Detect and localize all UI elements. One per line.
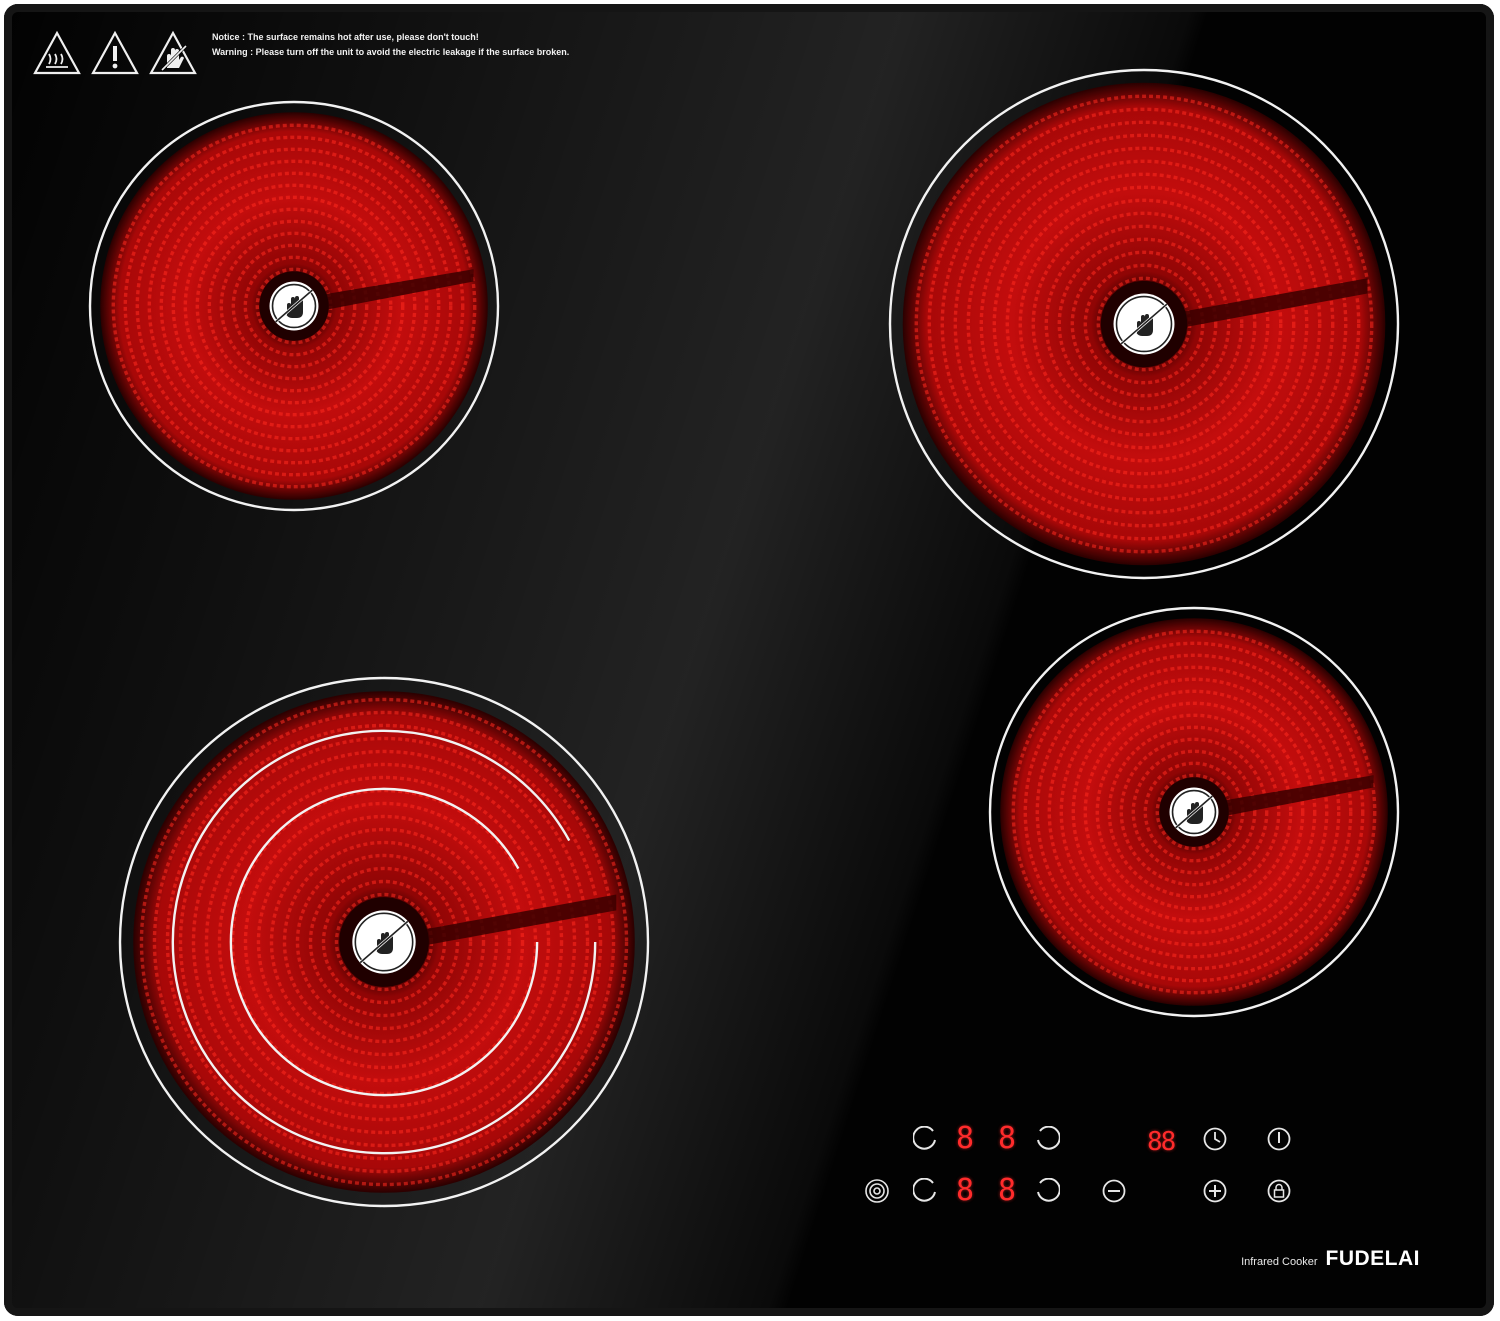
notice-text: Notice : The surface remains hot after u… — [212, 30, 569, 60]
brand-subtitle: Infrared Cooker — [1241, 1256, 1318, 1268]
arc-zone-icon — [1037, 1126, 1060, 1150]
no-touch-hand-icon — [269, 281, 319, 331]
zone-select-button[interactable] — [1034, 1178, 1060, 1204]
zone-select-button[interactable] — [913, 1178, 939, 1204]
zone-top-left — [84, 96, 504, 516]
zone-display-2: 8 — [998, 1121, 1018, 1156]
heating-element — [988, 606, 1400, 1018]
warning-line: Warning : Please turn off the unit to av… — [212, 47, 570, 57]
zone-bottom-left — [114, 672, 654, 1212]
cooktop-glass-surface: Notice : The surface remains hot after u… — [4, 4, 1494, 1316]
timer-display: 88 — [1147, 1127, 1176, 1157]
no-touch-hand-icon — [1113, 293, 1175, 355]
zone-display-1: 8 — [956, 1121, 976, 1156]
arc-zone-icon — [1037, 1178, 1060, 1202]
zone-top-right — [884, 64, 1404, 584]
minus-icon — [1102, 1179, 1126, 1203]
arc-zone-icon — [913, 1178, 936, 1202]
lock-button[interactable] — [1266, 1178, 1292, 1204]
zone-select-button[interactable] — [913, 1126, 939, 1152]
arc-zone-icon — [913, 1126, 936, 1150]
notice-line: Notice : The surface remains hot after u… — [212, 32, 479, 42]
clock-icon — [1203, 1127, 1227, 1151]
hot-surface-icon — [33, 30, 81, 75]
heating-element — [118, 676, 650, 1208]
zone-bottom-right — [984, 602, 1404, 1022]
heating-element — [88, 100, 500, 512]
heating-element — [888, 68, 1400, 580]
exclamation-icon — [91, 30, 139, 75]
brand-logo: Infrared Cooker FUDELAI — [1241, 1247, 1420, 1271]
dual-zone-icon — [865, 1179, 889, 1203]
minus-button[interactable] — [1101, 1178, 1127, 1204]
timer-button[interactable] — [1202, 1126, 1228, 1152]
zone-display-3: 8 — [956, 1173, 976, 1208]
power-icon — [1267, 1127, 1291, 1151]
dual-zone-button[interactable] — [864, 1178, 890, 1204]
no-touch-hand-icon — [149, 30, 197, 75]
brand-name: FUDELAI — [1325, 1247, 1420, 1270]
zone-display-4: 8 — [998, 1173, 1018, 1208]
lock-icon — [1267, 1179, 1291, 1203]
plus-button[interactable] — [1202, 1178, 1228, 1204]
zone-select-button[interactable] — [1034, 1126, 1060, 1152]
power-button[interactable] — [1266, 1126, 1292, 1152]
warning-label: Notice : The surface remains hot after u… — [32, 30, 569, 76]
no-touch-hand-icon — [352, 910, 416, 974]
plus-icon — [1203, 1179, 1227, 1203]
no-touch-hand-icon — [1169, 787, 1219, 837]
